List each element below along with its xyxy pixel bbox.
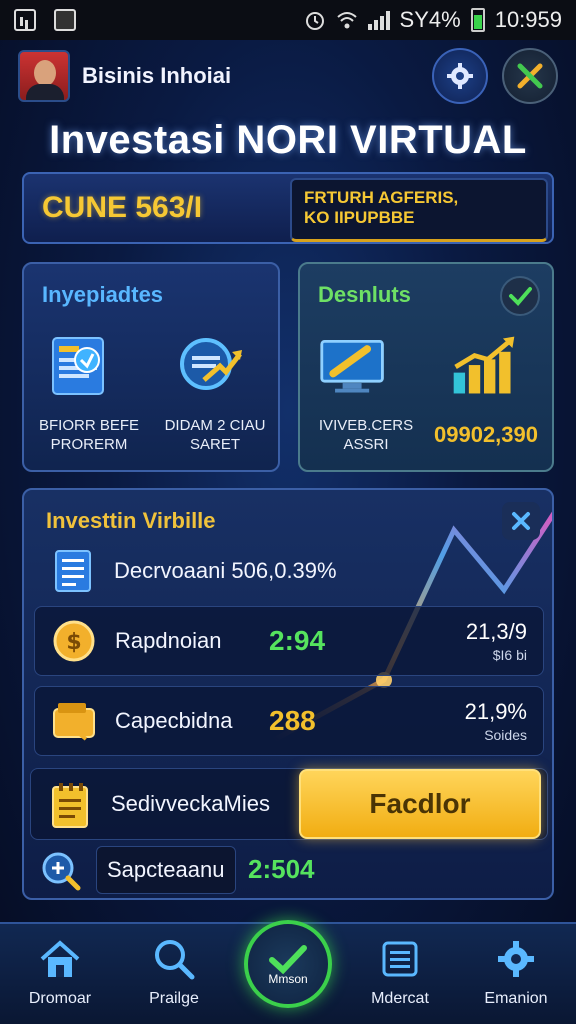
- action-row: SedivveckaMies Facdlor: [30, 768, 548, 840]
- row-label: Capecbidna: [115, 708, 233, 733]
- search-icon[interactable]: [40, 850, 82, 892]
- nav-label: Emanion: [484, 990, 548, 1007]
- tile-label-reports: BFIORR BEFE PRORERM: [38, 417, 139, 453]
- nav-label: Dromoar: [28, 990, 92, 1007]
- promo-banner[interactable]: CUNE 563/I FRTURH AGFERIS, KO IIPUPBBE: [22, 172, 554, 244]
- wifi-icon: [336, 12, 357, 29]
- coin-icon: $: [49, 616, 99, 666]
- svg-text:$: $: [66, 630, 81, 655]
- list-icon: [375, 934, 425, 984]
- check-badge: [500, 276, 540, 316]
- nav-item-list[interactable]: Mdercat: [350, 934, 450, 1022]
- report-icon[interactable]: [46, 328, 118, 400]
- nav-label: Prailge: [149, 990, 199, 1007]
- row-label: Decrvoaani 506,0.39%: [114, 558, 337, 583]
- nav-item-center[interactable]: Mmson: [244, 920, 332, 1008]
- list-item-returns[interactable]: $ Rapdnoian 2:94 21,3/9 $I6 bi: [34, 606, 544, 676]
- avatar[interactable]: [18, 50, 70, 102]
- gallery-notification-icon: [54, 9, 76, 31]
- row-value: 288: [269, 705, 316, 736]
- row-percent: 21,9%: [464, 699, 527, 724]
- search-row: Sapcteaanu 2:504: [34, 846, 544, 894]
- nav-item-home[interactable]: Dromoar: [10, 934, 110, 1022]
- battery-icon: [470, 8, 485, 32]
- banner-sub-line2: KO IIPUPBBE: [304, 208, 415, 227]
- list-item-capital[interactable]: Capecbidna 288 21,9% Soides: [34, 686, 544, 756]
- tile-label-analysis: DIDAM 2 CIAU SARET: [164, 417, 266, 453]
- panel-close-button[interactable]: [502, 502, 540, 540]
- tools-button[interactable]: [502, 48, 558, 104]
- tools-icon: [517, 63, 543, 89]
- row-stats: 21,9% Soides: [465, 699, 527, 743]
- assets-value: 09902,390: [434, 422, 538, 447]
- card-title: Inyepiadtes: [42, 282, 164, 307]
- home-icon: [35, 934, 85, 984]
- nav-item-search[interactable]: Prailge: [124, 934, 224, 1022]
- app-name: Bisinis Inhoiai: [82, 63, 232, 88]
- close-icon: [512, 512, 530, 530]
- list-item-deposit[interactable]: Decrvoaani 506,0.39%: [34, 536, 544, 606]
- wallet-icon: [49, 696, 99, 746]
- chart-notification-icon: [14, 9, 36, 31]
- primary-action-button[interactable]: Facdlor: [299, 769, 541, 839]
- magnifier-icon: [149, 934, 199, 984]
- status-bar: SY4% 10:959: [0, 0, 576, 40]
- card-investments[interactable]: Inyepiadtes BFIORR BEFE PRORERM DIDAM 2 …: [22, 262, 280, 472]
- settings-button[interactable]: [432, 48, 488, 104]
- nav-item-settings[interactable]: Emanion: [466, 934, 566, 1022]
- gear-icon: [491, 934, 541, 984]
- signal-icon: [367, 10, 390, 30]
- card-title: Desnluts: [318, 282, 411, 307]
- search-result-value: 2:504: [248, 854, 315, 884]
- action-label: SedivveckaMies: [111, 791, 270, 816]
- document-icon: [48, 546, 98, 596]
- gear-icon: [447, 63, 473, 89]
- row-label: Rapdnoian: [115, 628, 222, 653]
- nav-label: Mmson: [268, 972, 308, 986]
- row-percent: 21,3/9: [465, 619, 527, 644]
- nav-label: Mdercat: [371, 990, 429, 1007]
- row-subtext: $I6 bi: [492, 647, 527, 663]
- banner-main-text: CUNE 563/I: [42, 191, 203, 224]
- clock: 10:959: [494, 7, 562, 32]
- banner-sub-line1: FRTURH AGFERIS,: [304, 188, 459, 207]
- check-icon: [509, 287, 532, 306]
- check-icon: [269, 945, 307, 975]
- bottom-nav: Dromoar Prailge Mmson Mdercat Emanion: [0, 920, 576, 1024]
- search-input[interactable]: Sapcteaanu: [96, 846, 236, 894]
- panel-title: Investtin Virbille: [46, 508, 216, 533]
- bar-chart-icon[interactable]: [448, 330, 520, 402]
- banner-sub-box: FRTURH AGFERIS, KO IIPUPBBE: [290, 178, 548, 242]
- notepad-icon: [49, 781, 93, 829]
- investment-panel: Investtin Virbille Decrvoaani 506,0.39% …: [22, 488, 554, 900]
- row-subtext: Soides: [484, 727, 527, 743]
- row-stats: 21,3/9 $I6 bi: [466, 619, 527, 663]
- page-title: Investasi NORI VIRTUAL: [49, 118, 527, 162]
- growth-search-icon[interactable]: [174, 328, 246, 400]
- app-header: Bisinis Inhoiai: [18, 48, 558, 104]
- alarm-icon: [305, 12, 324, 30]
- monitor-icon[interactable]: [318, 330, 390, 402]
- tile-label-assets: IVIVEB.CERS ASSRI: [318, 417, 414, 453]
- battery-percent: SY4%: [399, 7, 461, 32]
- card-results[interactable]: Desnluts IVIVEB.CERS ASSRI 09902,390: [298, 262, 554, 472]
- row-value: 2:94: [269, 625, 326, 656]
